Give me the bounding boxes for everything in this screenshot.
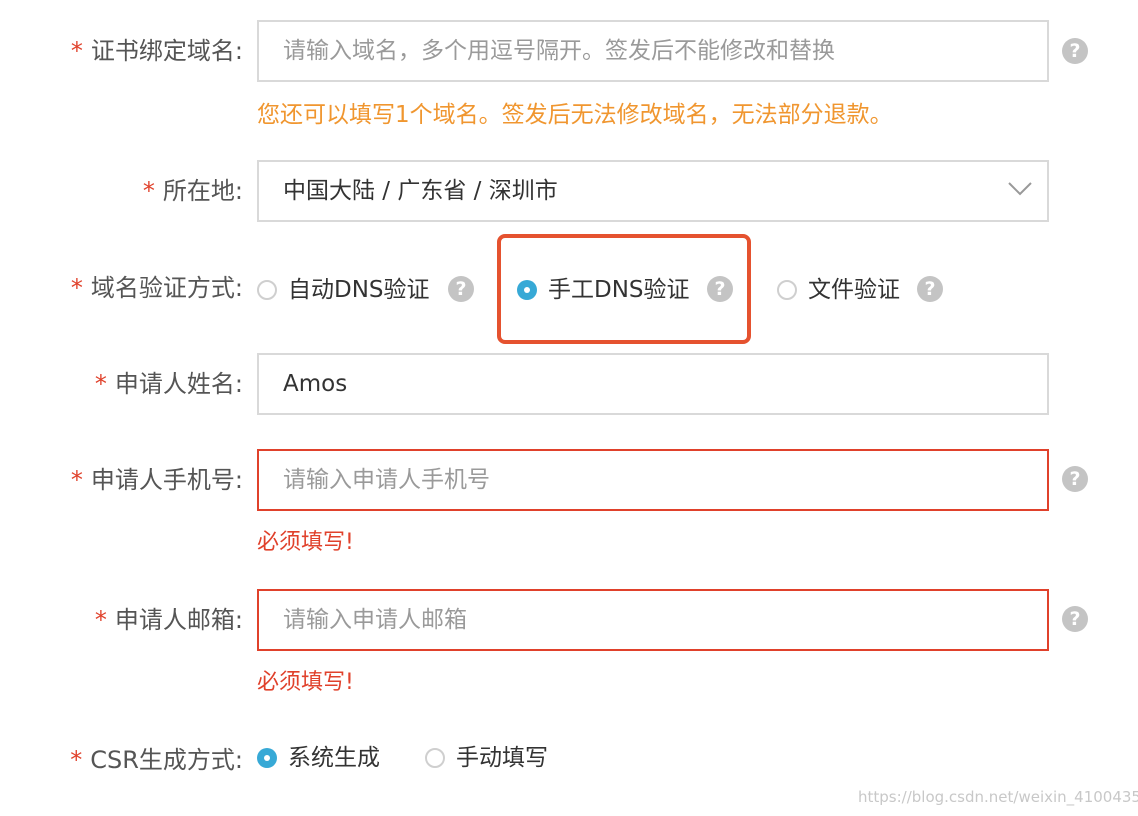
applicant-email-placeholder: 请输入申请人邮箱 — [283, 607, 467, 633]
required-mark: * — [142, 177, 155, 205]
required-mark: * — [94, 370, 107, 398]
applicant-phone-placeholder: 请输入申请人手机号 — [283, 467, 490, 493]
required-mark: * — [70, 274, 83, 302]
email-help-icon[interactable]: ? — [1062, 606, 1088, 632]
applicant-phone-label: * 申请人手机号: — [70, 466, 243, 494]
domain-placeholder: 请输入域名，多个用逗号隔开。签发后不能修改和替换 — [283, 38, 835, 64]
domain-input[interactable]: 请输入域名，多个用逗号隔开。签发后不能修改和替换 — [257, 20, 1049, 82]
radio-csr-system[interactable] — [257, 748, 277, 768]
required-mark: * — [70, 37, 83, 65]
csr-method-label: * CSR生成方式: — [70, 746, 243, 774]
watermark: https://blog.csdn.net/weixin_41004350 — [858, 788, 1138, 806]
required-mark: * — [70, 746, 83, 774]
location-label: * 所在地: — [142, 177, 243, 205]
applicant-phone-input[interactable]: 请输入申请人手机号 — [257, 449, 1049, 511]
chevron-down-icon[interactable] — [1008, 182, 1032, 196]
phone-help-icon[interactable]: ? — [1062, 466, 1088, 492]
domain-hint: 您还可以填写1个域名。签发后无法修改域名，无法部分退款。 — [257, 102, 893, 128]
required-mark: * — [70, 466, 83, 494]
required-mark: * — [94, 606, 107, 634]
applicant-name-label: * 申请人姓名: — [94, 370, 243, 398]
email-error-message: 必须填写! — [257, 670, 354, 695]
radio-file-verify-label[interactable]: 文件验证 — [808, 275, 900, 305]
radio-auto-dns-label[interactable]: 自动DNS验证 — [288, 275, 430, 305]
radio-csr-system-label[interactable]: 系统生成 — [288, 743, 380, 773]
verify-method-label: * 域名验证方式: — [70, 274, 243, 302]
radio-csr-manual[interactable] — [425, 748, 445, 768]
radio-csr-manual-label[interactable]: 手动填写 — [456, 743, 548, 773]
applicant-email-input[interactable]: 请输入申请人邮箱 — [257, 589, 1049, 651]
highlight-annotation — [497, 234, 751, 344]
radio-auto-dns[interactable] — [257, 280, 277, 300]
radio-file-verify[interactable] — [777, 280, 797, 300]
location-value: 中国大陆 / 广东省 / 深圳市 — [283, 178, 558, 204]
file-verify-help-icon[interactable]: ? — [917, 276, 943, 302]
phone-error-message: 必须填写! — [257, 530, 354, 555]
domain-help-icon[interactable]: ? — [1062, 38, 1088, 64]
applicant-email-label: * 申请人邮箱: — [94, 606, 243, 634]
domain-label: * 证书绑定域名: — [70, 37, 243, 65]
applicant-name-value: Amos — [283, 371, 348, 397]
applicant-name-input[interactable]: Amos — [257, 353, 1049, 415]
location-select[interactable]: 中国大陆 / 广东省 / 深圳市 — [257, 160, 1049, 222]
auto-dns-help-icon[interactable]: ? — [448, 276, 474, 302]
